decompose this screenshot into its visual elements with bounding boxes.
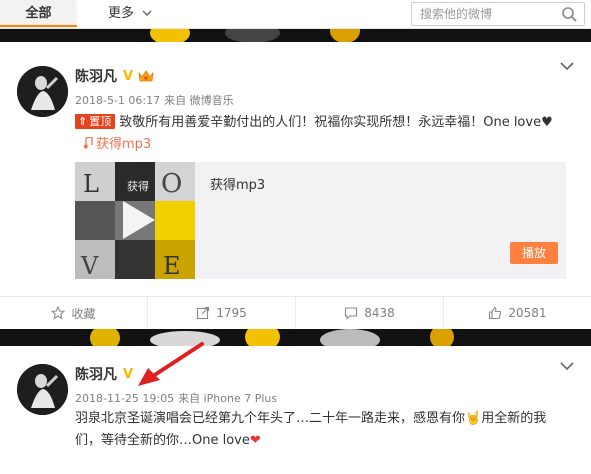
pinned-label: 置顶 xyxy=(89,115,112,128)
profile-cover-strip xyxy=(0,29,591,42)
post-text-body: 致敬所有用善爱辛勤付出的人们！祝福你实现所想！永远幸福！One love xyxy=(119,115,542,130)
search-icon[interactable] xyxy=(560,5,580,23)
music-note-icon xyxy=(83,136,93,149)
repost-button[interactable]: 1795 xyxy=(148,297,296,329)
profile-cover-strip-middle xyxy=(0,329,591,346)
post-time[interactable]: 2018-11-25 19:05 xyxy=(75,392,174,405)
post-source[interactable]: 来自 微博音乐 xyxy=(164,94,234,107)
music-card[interactable]: L O V E 获得 获得mp3 播放 xyxy=(75,162,566,279)
verified-icon[interactable]: V xyxy=(123,69,133,84)
play-button[interactable]: 播放 xyxy=(510,242,558,264)
red-heart-icon: ❤ xyxy=(249,433,261,448)
author-name[interactable]: 陈羽凡 xyxy=(75,364,117,384)
post-text: 羽泉北京圣诞演唱会已经第九个年头了…二十年一路走来，感恩有你🤘用全新的我们，等待… xyxy=(75,408,565,452)
repost-count: 1795 xyxy=(216,306,247,320)
post-meta: 2018-11-25 19:05 来自 iPhone 7 Plus xyxy=(75,390,277,406)
tab-all[interactable]: 全部 xyxy=(0,0,77,27)
rock-hand-emoji-icon: 🤘 xyxy=(465,411,482,426)
play-icon[interactable] xyxy=(121,199,157,241)
cover-letter-v: V xyxy=(80,252,99,279)
avatar-photo xyxy=(17,66,68,117)
cover-letter-o: O xyxy=(161,169,182,199)
chevron-down-icon[interactable] xyxy=(560,362,574,371)
repost-icon xyxy=(197,306,210,320)
verified-icon[interactable]: V xyxy=(123,367,133,382)
chevron-down-icon xyxy=(142,10,152,16)
post-action-bar: 收藏 1795 8438 20581 xyxy=(0,296,591,329)
like-count: 20581 xyxy=(508,306,547,320)
profile-tab-bar: 全部 更多 xyxy=(0,0,591,29)
author-name[interactable]: 陈羽凡 xyxy=(75,66,117,86)
cover-caption: 获得 xyxy=(127,180,149,193)
comment-icon xyxy=(345,307,358,320)
like-button[interactable]: 20581 xyxy=(444,297,591,329)
post-meta: 2018-5-1 06:17 来自 微博音乐 xyxy=(75,92,234,108)
author-row: 陈羽凡 V xyxy=(75,67,154,85)
post-time[interactable]: 2018-5-1 06:17 xyxy=(75,94,160,107)
tab-more[interactable]: 更多 xyxy=(108,0,152,27)
chevron-down-icon[interactable] xyxy=(560,62,574,71)
music-link-label: 获得mp3 xyxy=(96,137,152,152)
pin-icon: ⇑ xyxy=(78,115,88,128)
star-icon xyxy=(51,306,66,320)
post-text: ⇑ 置顶 致敬所有用善爱辛勤付出的人们！祝福你实现所想！永远幸福！One love♥… xyxy=(75,112,565,156)
avatar[interactable] xyxy=(17,364,68,415)
pinned-badge: ⇑ 置顶 xyxy=(75,114,116,129)
weibo-post: 陈羽凡 V 2018-11-25 19:05 来自 iPhone 7 Plus 羽… xyxy=(0,346,591,474)
crown-icon[interactable] xyxy=(138,69,154,83)
avatar-photo xyxy=(17,364,68,415)
avatar[interactable] xyxy=(17,66,68,117)
search-box xyxy=(411,2,585,26)
author-row: 陈羽凡 V xyxy=(75,364,133,384)
music-link[interactable]: 获得mp3 xyxy=(83,136,152,152)
search-input[interactable] xyxy=(420,5,552,23)
favorite-button[interactable]: 收藏 xyxy=(0,297,148,329)
album-cover[interactable]: L O V E 获得 xyxy=(75,162,195,279)
post-text-body: 羽泉北京圣诞演唱会已经第九个年头了…二十年一路走来，感恩有你 xyxy=(75,411,466,426)
music-title[interactable]: 获得mp3 xyxy=(210,174,265,193)
cover-letter-l: L xyxy=(83,170,99,198)
comment-count: 8438 xyxy=(364,306,395,320)
like-icon xyxy=(489,306,502,320)
heart-icon: ♥ xyxy=(541,115,553,130)
tab-more-label: 更多 xyxy=(108,6,135,21)
comment-button[interactable]: 8438 xyxy=(296,297,444,329)
weibo-post-pinned: 陈羽凡 V 2018-5-1 06:17 来自 微博音乐 ⇑ 置顶 致敬所有用善爱辛勤… xyxy=(0,42,591,329)
post-source[interactable]: 来自 iPhone 7 Plus xyxy=(178,392,277,405)
cover-letter-e: E xyxy=(163,252,181,279)
favorite-label: 收藏 xyxy=(71,306,96,321)
